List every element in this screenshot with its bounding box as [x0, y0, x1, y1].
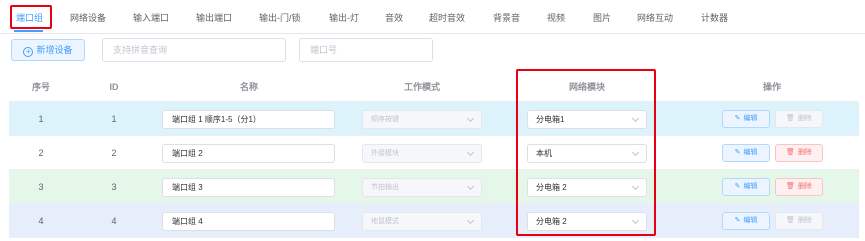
table-row: 3 3 端口组 3 节拍输出 分电箱 2 ✎ 编辑 🗑 删除 [9, 170, 859, 204]
row-index: 3 [38, 182, 44, 192]
tab-background-music[interactable]: 背景音 [493, 10, 520, 26]
tab-input-ports[interactable]: 输入端口 [133, 10, 169, 26]
plus-circle-icon: + [23, 47, 34, 57]
row-id: 4 [111, 216, 117, 226]
highlight-box-network-column [516, 69, 656, 236]
delete-button[interactable]: 🗑 删除 [775, 144, 823, 162]
trash-icon: 🗑 [786, 217, 795, 224]
delete-button[interactable]: 🗑 删除 [775, 212, 823, 230]
trash-icon: 🗑 [786, 183, 795, 190]
name-input[interactable]: 端口组 3 [162, 178, 335, 197]
search-input[interactable]: 支持拼音查询 [102, 38, 286, 62]
work-mode-select: 外接模块 [362, 144, 482, 163]
delete-label: 删除 [797, 183, 812, 190]
table-row: 1 1 端口组 1 顺序1-5（分1） 顺序按键 分电箱1 ✎ 编辑 🗑 删除 [9, 102, 859, 136]
name-input[interactable]: 端口组 2 [162, 144, 335, 163]
trash-icon: 🗑 [786, 115, 795, 122]
delete-label: 删除 [797, 217, 812, 224]
port-number-input[interactable]: 端口号 [299, 38, 433, 62]
chevron-down-icon [466, 114, 475, 123]
tab-counter[interactable]: 计数器 [701, 10, 728, 26]
delete-button[interactable]: 🗑 删除 [775, 178, 823, 196]
column-header-id: ID [109, 82, 119, 92]
row-index: 1 [38, 114, 44, 124]
delete-label: 删除 [797, 149, 812, 156]
row-id: 2 [111, 148, 117, 158]
tab-sound-effects[interactable]: 音效 [385, 10, 403, 26]
edit-label: 编辑 [743, 183, 758, 190]
edit-label: 编辑 [743, 149, 758, 156]
table-row: 2 2 端口组 2 外接模块 本机 ✎ 编辑 🗑 删除 [9, 136, 859, 170]
column-header-index: 序号 [31, 82, 50, 92]
table-row: 4 4 端口组 4 地鼠模式 分电箱 2 ✎ 编辑 🗑 删除 [9, 204, 859, 238]
column-header-mode: 工作模式 [403, 82, 440, 92]
work-mode-select: 节拍输出 [362, 178, 482, 197]
tab-output-ports[interactable]: 输出端口 [196, 10, 232, 26]
pencil-icon: ✎ [734, 115, 741, 122]
row-index: 4 [38, 216, 44, 226]
tab-network-interaction[interactable]: 网络互动 [637, 10, 673, 26]
add-device-label: 新增设备 [36, 45, 73, 55]
tab-output-light[interactable]: 输出-灯 [329, 10, 359, 26]
tab-timeout-sound[interactable]: 超时音效 [429, 10, 465, 26]
work-mode-value: 外接模块 [371, 150, 399, 157]
edit-button[interactable]: ✎ 编辑 [722, 110, 770, 128]
edit-label: 编辑 [743, 217, 758, 224]
chevron-down-icon [466, 182, 475, 191]
row-id: 1 [111, 114, 117, 124]
trash-icon: 🗑 [786, 149, 795, 156]
delete-button[interactable]: 🗑 删除 [775, 110, 823, 128]
active-tab-indicator [14, 30, 43, 32]
pencil-icon: ✎ [734, 149, 741, 156]
highlight-box-tab [10, 5, 52, 29]
edit-button[interactable]: ✎ 编辑 [722, 178, 770, 196]
edit-button[interactable]: ✎ 编辑 [722, 144, 770, 162]
table-header: 序号 ID 名称 工作模式 网络模块 操作 [9, 72, 859, 102]
row-id: 3 [111, 182, 117, 192]
tab-images[interactable]: 图片 [593, 10, 611, 26]
column-header-name: 名称 [239, 82, 258, 92]
name-input[interactable]: 端口组 1 顺序1-5（分1） [162, 110, 335, 129]
add-device-button[interactable]: + 新增设备 [11, 39, 85, 61]
work-mode-value: 顺序按键 [371, 116, 399, 123]
tab-video[interactable]: 视频 [547, 10, 565, 26]
edit-label: 编辑 [743, 115, 758, 122]
chevron-down-icon [466, 216, 475, 225]
edit-button[interactable]: ✎ 编辑 [722, 212, 770, 230]
work-mode-select: 地鼠模式 [362, 212, 482, 231]
work-mode-value: 节拍输出 [371, 184, 399, 191]
tab-bar: 端口组 网络设备 输入端口 输出端口 输出-门/锁 输出-灯 音效 超时音效 背… [0, 0, 865, 34]
row-index: 2 [38, 148, 44, 158]
delete-label: 删除 [797, 115, 812, 122]
work-mode-select: 顺序按键 [362, 110, 482, 129]
chevron-down-icon [466, 148, 475, 157]
column-header-actions: 操作 [762, 82, 781, 92]
tab-network-devices[interactable]: 网络设备 [70, 10, 106, 26]
name-input[interactable]: 端口组 4 [162, 212, 335, 231]
work-mode-value: 地鼠模式 [371, 218, 399, 225]
pencil-icon: ✎ [734, 183, 741, 190]
tab-output-door-lock[interactable]: 输出-门/锁 [259, 10, 301, 26]
pencil-icon: ✎ [734, 217, 741, 224]
